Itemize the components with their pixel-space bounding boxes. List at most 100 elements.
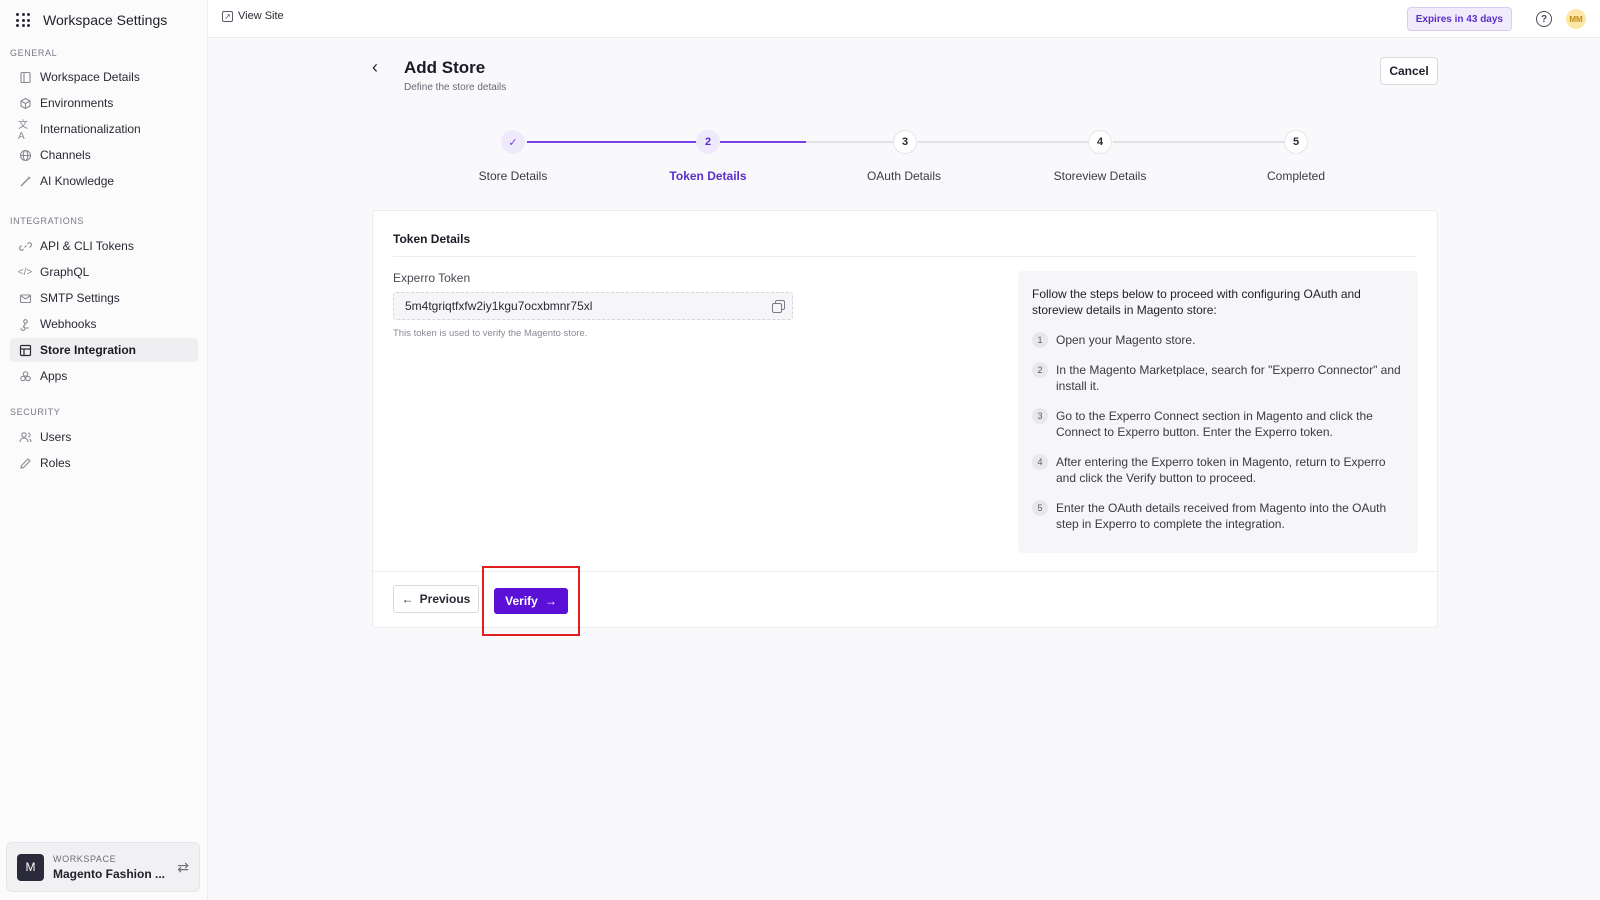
workspace-switcher[interactable]: M WORKSPACE Magento Fashion ... ⇄ (6, 842, 200, 892)
token-helper-text: This token is used to verify the Magento… (393, 328, 588, 339)
instruction-item: 3 Go to the Experro Connect section in Ma… (1032, 408, 1404, 440)
sidebar-item-internationalization[interactable]: 文A Internationalization (10, 117, 198, 142)
view-site-label: View Site (238, 10, 284, 22)
previous-label: Previous (419, 592, 471, 606)
sidebar-item-users[interactable]: Users (10, 425, 198, 449)
sidebar-item-label: API & CLI Tokens (40, 239, 134, 253)
token-value: 5m4tgriqtfxfw2iy1kgu7ocxbmnr75xl (405, 299, 593, 313)
step-1-check-icon: ✓ (501, 130, 525, 154)
sidebar-item-label: SMTP Settings (40, 291, 120, 305)
mail-icon (18, 291, 32, 305)
topbar: ↗ View Site Expires in 43 days ? MM (208, 0, 1600, 38)
step-2-indicator: 2 (696, 130, 720, 154)
highlight-box (482, 566, 580, 636)
sidebar-item-label: Store Integration (40, 343, 137, 357)
instruction-number: 1 (1032, 332, 1048, 348)
apps-icon (18, 369, 32, 383)
store-icon (18, 343, 32, 357)
translate-icon: 文A (18, 120, 28, 142)
instruction-text: Go to the Experro Connect section in Mag… (1056, 409, 1373, 439)
sidebar-item-api-cli-tokens[interactable]: API & CLI Tokens (10, 234, 198, 258)
workspace-icon (18, 70, 32, 84)
step-5-label: Completed (1266, 169, 1326, 183)
sidebar-title: Workspace Settings (43, 12, 168, 28)
step-5-indicator: 5 (1284, 130, 1308, 154)
instructions-list: 1 Open your Magento store. 2 In the Magent… (1032, 332, 1404, 532)
instruction-number: 4 (1032, 454, 1048, 470)
section-integrations: INTEGRATIONS (10, 216, 85, 226)
workspace-avatar: M (17, 853, 44, 881)
sidebar-header: Workspace Settings (16, 10, 167, 30)
sidebar-item-label: Users (40, 430, 72, 444)
view-site-link[interactable]: ↗ View Site (222, 10, 284, 22)
cube-icon (18, 96, 32, 110)
sidebar-item-webhooks[interactable]: Webhooks (10, 312, 198, 336)
stepper-connector (918, 141, 1091, 143)
step-4-label: Storeview Details (1053, 169, 1147, 183)
token-details-card: Token Details Experro Token 5m4tgriqtfxf… (372, 210, 1438, 636)
step-3-indicator: 3 (893, 130, 917, 154)
instruction-item: 1 Open your Magento store. (1032, 332, 1404, 348)
stepper-connector (527, 141, 706, 143)
section-security: SECURITY (10, 407, 61, 417)
step-3-label: OAuth Details (866, 169, 942, 183)
page-subtitle: Define the store details (404, 82, 507, 93)
swap-icon[interactable]: ⇄ (177, 859, 189, 876)
webhook-icon (18, 317, 32, 331)
cancel-button[interactable]: Cancel (1380, 57, 1438, 85)
sidebar-item-label: GraphQL (40, 265, 90, 279)
instruction-item: 5 Enter the OAuth details received from M… (1032, 500, 1404, 532)
sidebar-item-label: Apps (40, 369, 68, 383)
user-avatar[interactable]: MM (1566, 9, 1586, 29)
sidebar-item-channels[interactable]: Channels (10, 143, 198, 167)
sidebar-item-label: AI Knowledge (40, 174, 115, 188)
stepper-connector (720, 141, 806, 143)
token-field-label: Experro Token (393, 271, 471, 285)
arrow-left-icon: ← (401, 592, 414, 606)
sidebar-item-smtp-settings[interactable]: SMTP Settings (10, 286, 198, 310)
instruction-item: 4 After entering the Experro token in Mag… (1032, 454, 1404, 486)
help-icon[interactable]: ? (1536, 11, 1552, 27)
stepper-connector (1113, 141, 1285, 143)
pen-icon (18, 456, 32, 470)
instruction-text: Open your Magento store. (1056, 333, 1196, 347)
sidebar-item-roles[interactable]: Roles (10, 451, 198, 475)
globe-icon (18, 148, 32, 162)
copy-icon[interactable] (772, 300, 785, 313)
sidebar-item-label: Environments (40, 96, 114, 110)
sidebar-item-label: Roles (40, 456, 71, 470)
page-title: Add Store (404, 58, 486, 77)
token-field[interactable]: 5m4tgriqtfxfw2iy1kgu7ocxbmnr75xl (393, 292, 793, 320)
instruction-number: 2 (1032, 362, 1048, 378)
link-icon (18, 239, 32, 253)
trial-expiry-badge[interactable]: Expires in 43 days (1406, 7, 1512, 31)
sidebar-item-ai-knowledge[interactable]: AI Knowledge (10, 169, 198, 193)
back-chevron-icon[interactable]: ‹ (372, 58, 388, 78)
instruction-number: 3 (1032, 408, 1048, 424)
sidebar: Workspace Settings GENERAL Workspace Det… (0, 0, 208, 900)
divider (393, 256, 1417, 257)
step-2-label: Token Details (669, 169, 747, 183)
workspace-name: Magento Fashion ... (53, 866, 166, 881)
sidebar-item-environments[interactable]: Environments (10, 91, 198, 115)
step-4-indicator: 4 (1088, 130, 1112, 154)
apps-grid-icon[interactable] (16, 13, 30, 27)
users-icon (18, 430, 32, 444)
sidebar-item-apps[interactable]: Apps (10, 364, 198, 388)
code-icon: </> (17, 266, 33, 278)
sidebar-item-store-integration[interactable]: Store Integration (10, 338, 198, 362)
previous-button[interactable]: ← Previous (393, 585, 479, 613)
sidebar-item-graphql[interactable]: </> GraphQL (10, 260, 198, 284)
stepper-connector (806, 141, 896, 143)
card-title: Token Details (393, 232, 471, 246)
sidebar-item-label: Internationalization (40, 122, 141, 136)
sidebar-item-workspace-details[interactable]: Workspace Details (10, 65, 198, 89)
instruction-text: After entering the Experro token in Mage… (1056, 455, 1386, 485)
section-general: GENERAL (10, 48, 58, 58)
external-link-icon: ↗ (222, 10, 233, 22)
instructions-panel: Follow the steps below to proceed with c… (1018, 271, 1418, 553)
instruction-text: Enter the OAuth details received from Ma… (1056, 501, 1387, 531)
instructions-intro: Follow the steps below to proceed with c… (1032, 287, 1361, 317)
instruction-text: In the Magento Marketplace, search for "… (1056, 363, 1401, 393)
instruction-item: 2 In the Magento Marketplace, search for … (1032, 362, 1404, 394)
